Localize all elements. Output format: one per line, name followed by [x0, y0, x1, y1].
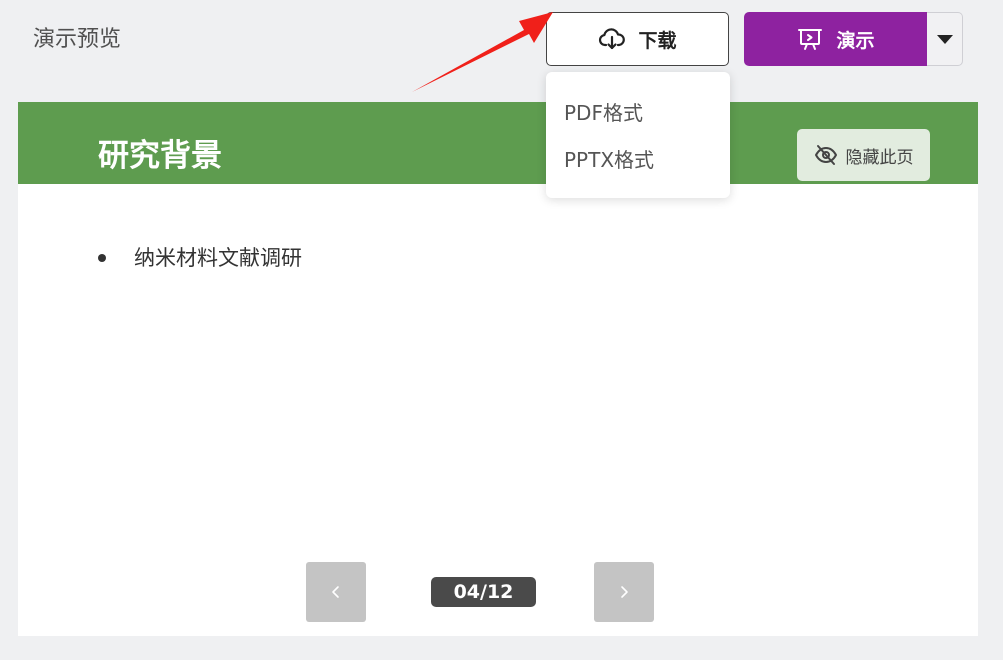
present-button[interactable]: 演示: [744, 12, 927, 66]
slide-bullet-list: 纳米材料文献调研: [98, 244, 302, 272]
slide-title: 研究背景: [98, 138, 222, 174]
page-title: 演示预览: [33, 27, 122, 52]
present-options-dropdown[interactable]: [927, 12, 963, 66]
previous-page-button[interactable]: [306, 562, 366, 622]
list-item: 纳米材料文献调研: [98, 244, 302, 272]
present-button-label: 演示: [836, 29, 875, 52]
bullet-dot: [98, 254, 106, 262]
chevron-right-icon: [621, 586, 628, 598]
presentation-preview-page: 演示预览 下载 演示 研究背景 隐藏此页 纳米材料文献调研 04/12 PDF格…: [0, 0, 1003, 660]
menu-item-pptx[interactable]: PPTX格式: [564, 147, 654, 173]
download-button[interactable]: 下载: [546, 12, 729, 66]
eye-off-icon: [814, 145, 837, 165]
presentation-screen-icon: [798, 29, 823, 50]
caret-down-icon: [936, 34, 953, 44]
download-button-label: 下载: [638, 29, 677, 52]
menu-item-pdf[interactable]: PDF格式: [564, 100, 643, 126]
chevron-left-icon: [332, 586, 339, 598]
cloud-download-icon: [599, 28, 626, 50]
bullet-text: 纳米材料文献调研: [134, 246, 302, 270]
hide-page-label: 隐藏此页: [845, 147, 914, 168]
download-format-menu: PDF格式 PPTX格式: [546, 72, 730, 198]
page-indicator: 04/12: [431, 577, 536, 607]
next-page-button[interactable]: [594, 562, 654, 622]
slide-preview: 研究背景 隐藏此页 纳米材料文献调研 04/12: [18, 102, 978, 636]
present-button-group: 演示: [744, 12, 963, 66]
hide-page-button[interactable]: 隐藏此页: [797, 129, 930, 181]
